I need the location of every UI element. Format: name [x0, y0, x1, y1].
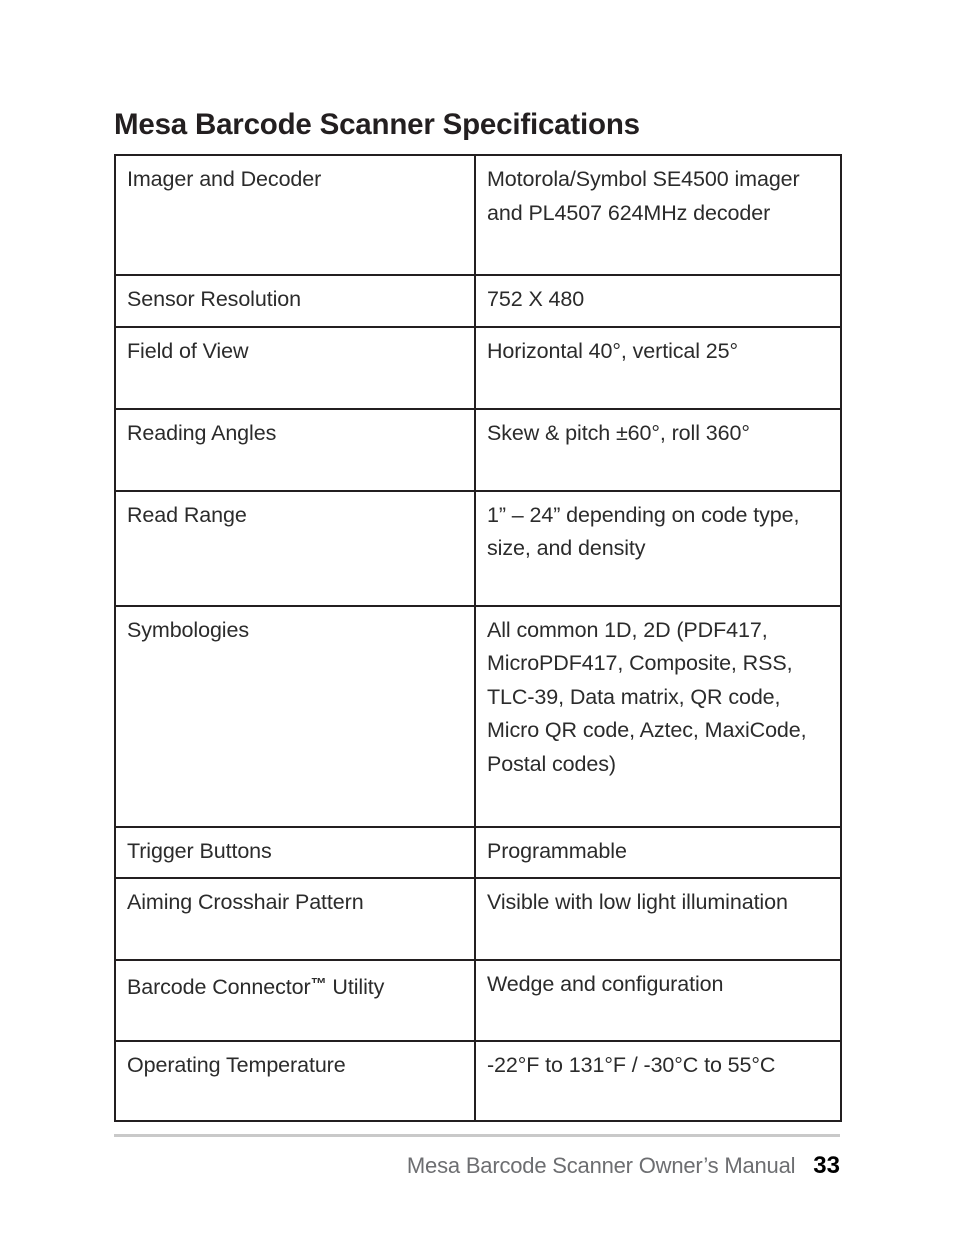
page-title: Mesa Barcode Scanner Specifications — [114, 107, 640, 141]
footer-divider — [114, 1134, 840, 1137]
trademark-icon: ™ — [310, 976, 327, 993]
spec-label-reading-angles: Reading Angles — [114, 407, 476, 492]
specifications-table: Imager and Decoder Motorola/Symbol SE450… — [114, 154, 842, 1122]
spec-label-operating-temperature: Operating Temperature — [114, 1040, 476, 1122]
spec-label-barcode-connector-utility: Barcode Connector™ Utility — [114, 959, 476, 1042]
spec-label-trigger-buttons: Trigger Buttons — [114, 825, 476, 879]
spec-value-reading-angles: Skew & pitch ±60°, roll 360° — [474, 407, 842, 492]
table-row: Barcode Connector™ Utility Wedge and con… — [114, 959, 842, 1042]
spec-value-read-range: 1” – 24” depending on code type, size, a… — [474, 489, 842, 607]
spec-value-imager-and-decoder: Motorola/Symbol SE4500 imager and PL4507… — [474, 154, 842, 276]
spec-label-barcode-connector-suffix: Utility — [326, 975, 385, 1000]
table-row: Imager and Decoder Motorola/Symbol SE450… — [114, 154, 842, 276]
spec-value-sensor-resolution: 752 X 480 — [474, 274, 842, 328]
table-row: Trigger Buttons Programmable — [114, 825, 842, 879]
table-row: Aiming Crosshair Pattern Visible with lo… — [114, 877, 842, 961]
spec-label-aiming-crosshair-pattern: Aiming Crosshair Pattern — [114, 877, 476, 961]
spec-label-field-of-view: Field of View — [114, 325, 476, 410]
table-row: Sensor Resolution 752 X 480 — [114, 274, 842, 328]
spec-value-symbologies: All common 1D, 2D (PDF417, MicroPDF417, … — [474, 604, 842, 828]
page-number: 33 — [813, 1152, 840, 1179]
spec-value-trigger-buttons: Programmable — [474, 825, 842, 879]
spec-label-symbologies: Symbologies — [114, 604, 476, 828]
document-page: Mesa Barcode Scanner Specifications Imag… — [0, 0, 954, 1235]
spec-value-aiming-crosshair-pattern: Visible with low light illumination — [474, 877, 842, 961]
table-row: Read Range 1” – 24” depending on code ty… — [114, 489, 842, 607]
spec-label-imager-and-decoder: Imager and Decoder — [114, 154, 476, 276]
spec-label-barcode-connector-prefix: Barcode Connector — [127, 975, 311, 1000]
spec-label-sensor-resolution: Sensor Resolution — [114, 274, 476, 328]
table-row: Operating Temperature -22°F to 131°F / -… — [114, 1040, 842, 1122]
table-row: Reading Angles Skew & pitch ±60°, roll 3… — [114, 407, 842, 492]
spec-label-read-range: Read Range — [114, 489, 476, 607]
footer-manual-title: Mesa Barcode Scanner Owner’s Manual — [406, 1153, 796, 1178]
spec-value-field-of-view: Horizontal 40°, vertical 25° — [474, 325, 842, 410]
table-row: Field of View Horizontal 40°, vertical 2… — [114, 325, 842, 410]
spec-value-barcode-connector-utility: Wedge and configuration — [474, 959, 842, 1042]
spec-value-operating-temperature: -22°F to 131°F / -30°C to 55°C — [474, 1040, 842, 1122]
footer: Mesa Barcode Scanner Owner’s Manual 33 — [114, 1152, 840, 1180]
table-row: Symbologies All common 1D, 2D (PDF417, M… — [114, 604, 842, 828]
